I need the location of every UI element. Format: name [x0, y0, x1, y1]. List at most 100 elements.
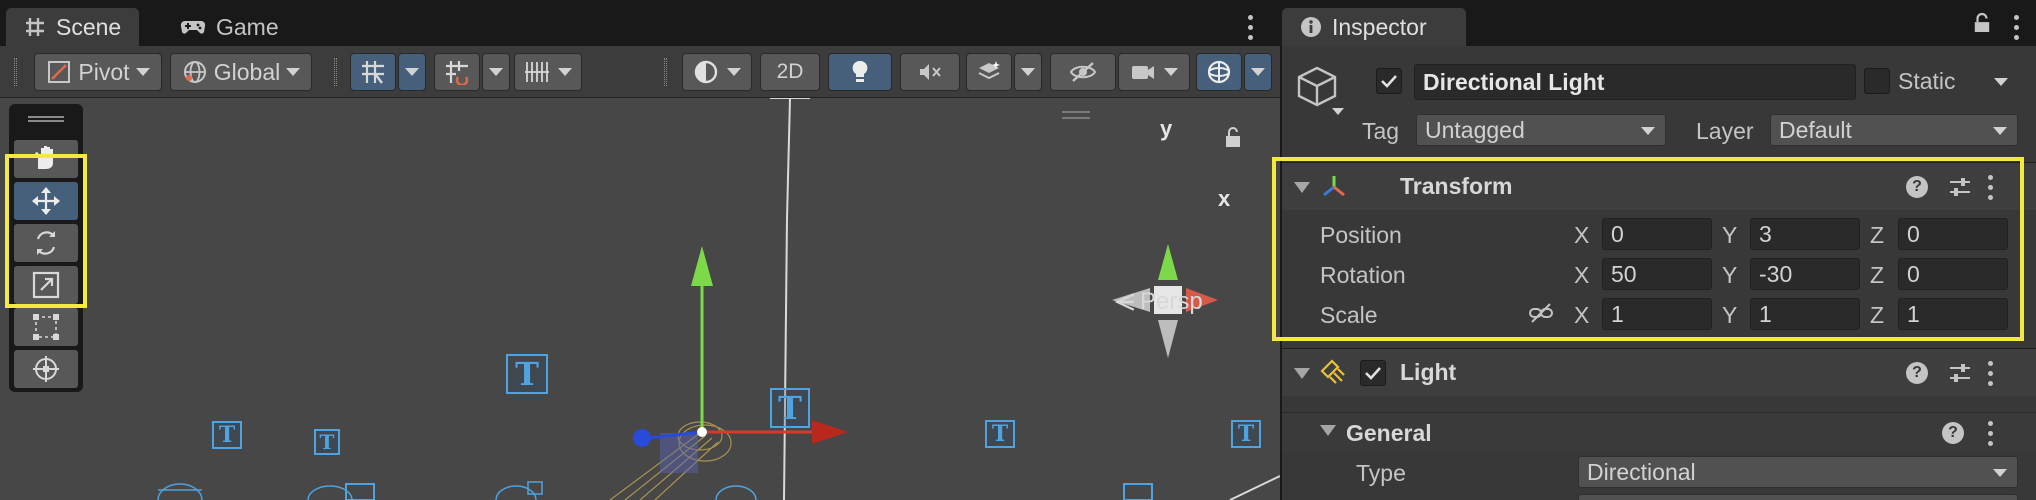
scene-tab-bar: Scene Game	[0, 0, 1280, 46]
next-property-field[interactable]	[1578, 494, 2018, 500]
light-bulb-icon	[852, 60, 868, 82]
gizmo-x-label: x	[1218, 186, 1231, 211]
pivot-dropdown[interactable]: Pivot	[34, 53, 162, 91]
light-type-dropdown[interactable]: Directional	[1578, 456, 2018, 488]
checkmark-icon	[1365, 367, 1381, 380]
chevron-down-icon	[135, 68, 150, 76]
layer-value: Default	[1779, 116, 1852, 143]
object-active-checkbox[interactable]	[1376, 68, 1402, 94]
grid-icon	[26, 18, 44, 36]
camera-icon	[1132, 66, 1154, 79]
perspective-icon	[1114, 293, 1135, 311]
pivot-icon	[48, 61, 71, 83]
eye-hidden-icon	[1069, 62, 1097, 82]
directional-light-icon	[1320, 359, 1345, 384]
chevron-down-icon	[727, 68, 741, 76]
layer-label: Layer	[1696, 118, 1754, 144]
gizmos-menu[interactable]	[1244, 53, 1272, 91]
light-title: Light	[1400, 359, 1457, 385]
ruler-icon	[525, 62, 549, 82]
scene-geometry	[157, 98, 1280, 500]
foldout-arrow-icon[interactable]	[1294, 368, 1310, 379]
inspector-more-icon[interactable]	[2012, 15, 2020, 40]
rect-transform-icon	[33, 314, 59, 340]
text-gizmo-icon[interactable]: T	[314, 429, 340, 455]
gizmo-y-label: y	[1160, 116, 1173, 141]
camera-settings-dropdown[interactable]	[1118, 53, 1190, 91]
pivot-label: Pivot	[78, 58, 130, 85]
effects-menu[interactable]	[1014, 53, 1042, 91]
text-gizmo-icon[interactable]: T	[212, 421, 242, 449]
inspector-tab-bar: Inspector	[1282, 0, 2036, 46]
scene-viewport[interactable]: y x Persp T T T T T T	[0, 98, 1280, 500]
light-header[interactable]: Light ?	[1282, 348, 2036, 396]
chevron-down-icon	[489, 68, 503, 76]
general-section-header[interactable]: General ?	[1282, 412, 2036, 452]
snapping-dropdown[interactable]	[514, 53, 582, 91]
layer-dropdown[interactable]: Default	[1770, 114, 2018, 146]
section-more-icon[interactable]	[1986, 421, 1994, 446]
chevron-down-icon	[1993, 469, 2007, 477]
text-gizmo-icon[interactable]: T	[985, 420, 1015, 448]
projection-label: Persp	[1140, 288, 1203, 315]
text-gizmo-icon[interactable]: T	[1231, 420, 1261, 448]
chevron-down-icon	[1251, 68, 1265, 76]
chevron-down-icon	[1641, 127, 1655, 135]
general-label: General	[1346, 420, 1432, 446]
help-icon[interactable]: ?	[1942, 422, 1964, 444]
transform-tool-button[interactable]	[14, 350, 78, 388]
chevron-down-icon	[1021, 68, 1035, 76]
draw-mode-dropdown[interactable]	[682, 53, 752, 91]
light-enabled-checkbox[interactable]	[1360, 360, 1386, 386]
transform-combined-icon	[33, 356, 59, 382]
static-chevron-down-icon[interactable]	[1994, 78, 2008, 86]
tab-scene[interactable]: Scene	[6, 8, 140, 46]
gameobject-cube-icon	[1297, 66, 1337, 107]
scene-visibility-button[interactable]	[1050, 53, 1116, 91]
static-checkbox[interactable]	[1864, 68, 1890, 94]
lighting-toggle-button[interactable]	[828, 53, 892, 91]
increment-snap-icon	[446, 61, 469, 85]
shading-sphere-icon	[694, 60, 718, 84]
toolbar-grip	[14, 58, 17, 86]
help-icon[interactable]: ?	[1906, 362, 1928, 384]
audio-toggle-button[interactable]	[900, 53, 960, 91]
static-label: Static	[1898, 68, 1956, 94]
tag-label: Tag	[1362, 118, 1400, 144]
tab-inspector-label: Inspector	[1332, 13, 1427, 40]
tools-drag-handle[interactable]	[28, 116, 64, 122]
toolbar-separator	[664, 58, 667, 86]
lock-icon[interactable]	[1973, 12, 1991, 34]
grid-snap-button[interactable]	[350, 53, 396, 91]
type-label: Type	[1356, 460, 1406, 486]
toggle-2d-button[interactable]: 2D	[760, 53, 820, 91]
global-dropdown[interactable]: Global	[170, 53, 312, 91]
tools-highlight	[5, 154, 87, 308]
tag-value: Untagged	[1425, 116, 1525, 143]
tab-game[interactable]: Game	[162, 8, 297, 46]
icon-picker-chevron[interactable]	[1332, 108, 1344, 115]
rect-tool-button[interactable]	[14, 308, 78, 346]
increment-snap-button[interactable]	[434, 53, 480, 91]
scene-toolbar: Pivot Global 2D	[0, 46, 1280, 98]
text-gizmo-icon[interactable]: T	[770, 388, 810, 428]
tab-inspector[interactable]: Inspector	[1282, 8, 1466, 46]
toolbar-separator	[334, 58, 337, 86]
tag-dropdown[interactable]: Untagged	[1416, 114, 1666, 146]
grid-snap-menu[interactable]	[398, 53, 426, 91]
lock-icon	[1226, 127, 1240, 147]
effects-layers-icon	[978, 61, 1000, 80]
gizmos-toggle-button[interactable]	[1196, 53, 1242, 91]
object-name-field[interactable]: Directional Light	[1414, 64, 1856, 100]
presets-sliders-icon[interactable]	[1948, 362, 1972, 384]
checkmark-icon	[1381, 75, 1397, 88]
scene-more-icon[interactable]	[1246, 15, 1254, 40]
transform-highlight	[1272, 157, 2024, 341]
increment-snap-menu[interactable]	[482, 53, 510, 91]
foldout-arrow-icon[interactable]	[1320, 425, 1336, 436]
effects-toggle-button[interactable]	[966, 53, 1012, 91]
text-gizmo-icon[interactable]: T	[506, 354, 548, 394]
component-more-icon[interactable]	[1986, 361, 1994, 386]
projection-toggle[interactable]: Persp	[1114, 288, 1203, 316]
chevron-down-icon	[558, 68, 572, 76]
